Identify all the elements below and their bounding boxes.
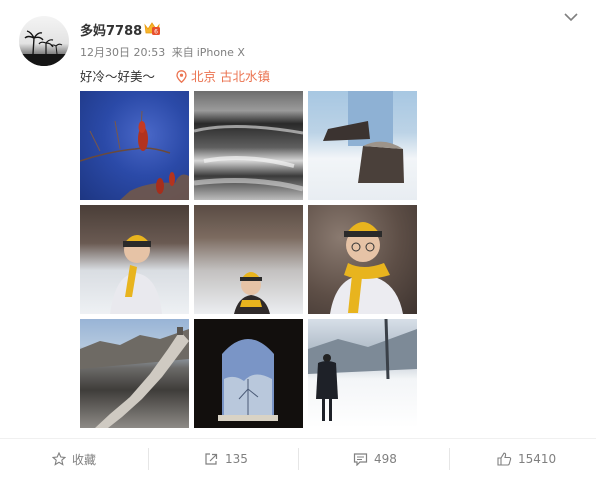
like-button[interactable]: 15410 [497,450,556,468]
post-date[interactable]: 12月30日 20:53 [80,46,165,59]
repost-icon [205,453,218,465]
like-count: 15410 [518,452,557,466]
comment-icon [353,453,368,466]
footer-divider [0,438,596,439]
member-crown-badge-icon[interactable]: 6 [143,20,161,36]
comment-button[interactable]: 498 [353,450,397,468]
location-label: 北京 古北水镇 [191,69,270,84]
avatar[interactable] [19,16,69,66]
photo-5[interactable] [194,205,303,314]
source-prefix: 来自 [171,46,194,59]
photo-6[interactable] [308,205,417,314]
favorite-button[interactable]: 收藏 [52,450,96,468]
photo-7[interactable] [80,319,189,428]
photo-8[interactable] [194,319,303,428]
chevron-down-icon[interactable] [562,10,580,24]
photo-2[interactable] [194,91,303,200]
username[interactable]: 多妈7788 [80,20,142,39]
snow-boots-image [323,91,404,183]
location-pin-icon [176,70,187,83]
child-in-snow-image [234,272,270,314]
photo-4[interactable] [80,205,189,314]
great-wall-image [80,327,189,428]
star-icon [52,452,66,466]
comment-count: 498 [374,452,397,466]
photo-grid [80,91,418,429]
child-yellow-hat-image [110,235,162,314]
photo-9[interactable] [308,319,417,428]
repost-count: 135 [225,452,248,466]
post-text: 好冷～好美～ [80,69,156,84]
action-separator [449,448,450,470]
favorite-label: 收藏 [72,452,97,467]
photo-3[interactable] [308,91,417,200]
source-device[interactable]: iPhone X [197,46,245,59]
frozen-river-image [194,124,303,192]
post-meta: 12月30日 20:53 来自 iPhone X [80,44,248,60]
arched-gate-window-image [218,339,278,421]
child-portrait-image [330,222,403,314]
photo-1[interactable] [80,91,189,200]
svg-text:6: 6 [154,29,158,36]
thumbs-up-icon [497,452,512,466]
repost-button[interactable]: 135 [204,450,248,468]
action-separator [298,448,299,470]
palm-tree-silhouette-icon [19,30,69,66]
location-link[interactable]: 北京 古北水镇 [176,66,270,85]
red-berry-branch-image [80,110,189,200]
person-walking-snow-image [308,319,417,421]
action-separator [148,448,149,470]
